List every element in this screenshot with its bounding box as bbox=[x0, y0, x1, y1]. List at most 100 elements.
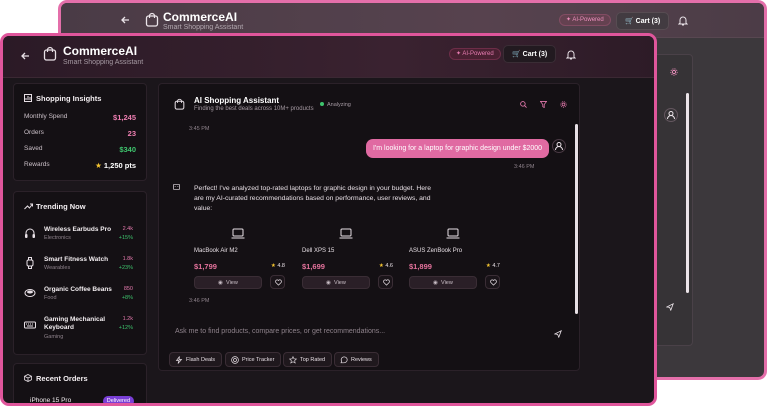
star-icon: ★ bbox=[95, 161, 102, 170]
quick-action-reviews[interactable]: Reviews bbox=[334, 352, 379, 367]
trending-now-card: Trending Now Wireless Earbuds Pro Electr… bbox=[13, 191, 147, 355]
scrollbar[interactable] bbox=[575, 124, 578, 314]
laptop-icon bbox=[339, 228, 353, 239]
brand-tagline: Smart Shopping Assistant bbox=[63, 59, 144, 66]
view-product-button[interactable]: ◉ View bbox=[194, 276, 262, 289]
bell-icon[interactable] bbox=[566, 49, 576, 60]
trending-item-count: 850 bbox=[123, 286, 133, 292]
quick-action-flash-deals[interactable]: Flash Deals bbox=[169, 352, 223, 367]
trending-item-category: Food bbox=[44, 295, 57, 301]
search-icon[interactable] bbox=[520, 101, 527, 108]
status-badge: Delivered bbox=[102, 396, 134, 403]
order-item-name: iPhone 15 Pro bbox=[30, 397, 72, 404]
chat-panel: AI Shopping Assistant Finding the best d… bbox=[158, 83, 580, 371]
product-price: $1,899 bbox=[409, 262, 432, 271]
timestamp: 3:45 PM bbox=[189, 126, 210, 132]
insight-value: 1,250 pts bbox=[103, 161, 136, 170]
scrollbar[interactable] bbox=[686, 93, 689, 293]
product-card[interactable]: ASUS ZenBook Pro $1,899 ★ 4.7 ◉ View bbox=[409, 220, 500, 290]
star-icon bbox=[289, 356, 297, 364]
wishlist-button[interactable] bbox=[485, 275, 500, 289]
trending-item-name: Organic Coffee Beans bbox=[44, 286, 112, 293]
product-price: $1,699 bbox=[302, 262, 325, 271]
trending-item[interactable]: Organic Coffee Beans Food 850 +8% bbox=[24, 284, 136, 304]
shopping-bag-icon bbox=[43, 46, 57, 61]
recent-orders-card: Recent Orders iPhone 15 Pro Delivered bbox=[13, 363, 147, 404]
product-price: $1,799 bbox=[194, 262, 217, 271]
insight-label: Orders bbox=[24, 129, 44, 136]
shopping-bag-icon bbox=[145, 12, 159, 27]
star-icon: ★ bbox=[485, 263, 491, 269]
trending-item-change: +15% bbox=[118, 235, 133, 241]
card-title: Shopping Insights bbox=[36, 94, 102, 103]
insight-value: $340 bbox=[119, 145, 136, 154]
trending-item-name: Gaming Mechanical Keyboard bbox=[44, 316, 106, 331]
status-indicator: Analyzing bbox=[320, 102, 351, 108]
view-product-button[interactable]: ◉ View bbox=[302, 276, 370, 289]
product-card[interactable]: MacBook Air M2 $1,799 ★ 4.8 ◉ View bbox=[194, 220, 285, 290]
heart-icon bbox=[490, 279, 497, 286]
star-icon: ★ bbox=[378, 263, 384, 269]
quick-action-price-tracker[interactable]: Price Tracker bbox=[225, 352, 282, 367]
quick-action-top-rated[interactable]: Top Rated bbox=[283, 352, 333, 367]
product-rating: ★ 4.6 bbox=[378, 263, 393, 269]
user-avatar-icon bbox=[664, 108, 678, 122]
back-arrow-icon[interactable] bbox=[19, 49, 33, 63]
product-rating: ★ 4.8 bbox=[270, 263, 285, 269]
laptop-icon bbox=[446, 228, 460, 239]
timestamp: 3:46 PM bbox=[514, 164, 535, 170]
insight-row-monthly-spend: Monthly Spend $1,245 bbox=[24, 113, 136, 125]
product-card[interactable]: Dell XPS 15 $1,699 ★ 4.6 ◉ View bbox=[302, 220, 393, 290]
product-name: MacBook Air M2 bbox=[194, 248, 238, 254]
ai-bot-icon bbox=[173, 183, 180, 190]
brand-tagline: Smart Shopping Assistant bbox=[163, 24, 244, 31]
chat-input[interactable]: Ask me to find products, compare prices,… bbox=[169, 320, 554, 344]
background-side-panel bbox=[653, 54, 693, 346]
view-product-button[interactable]: ◉ View bbox=[409, 276, 477, 289]
shopping-bag-icon bbox=[174, 98, 185, 110]
keyboard-icon bbox=[24, 321, 36, 329]
product-name: Dell XPS 15 bbox=[302, 248, 335, 254]
heart-icon bbox=[275, 279, 282, 286]
lightning-icon bbox=[175, 356, 183, 364]
card-title: Recent Orders bbox=[36, 374, 88, 383]
filter-icon[interactable] bbox=[540, 101, 547, 108]
trending-up-icon bbox=[24, 203, 33, 210]
back-arrow-icon[interactable] bbox=[119, 13, 133, 27]
user-message: I'm looking for a laptop for graphic des… bbox=[366, 139, 550, 158]
card-title: Trending Now bbox=[36, 202, 86, 211]
shopping-insights-card: Shopping Insights Monthly Spend $1,245 O… bbox=[13, 83, 147, 181]
order-item[interactable]: iPhone 15 Pro Delivered bbox=[24, 396, 138, 404]
insight-label: Saved bbox=[24, 145, 43, 152]
target-icon bbox=[231, 356, 239, 364]
send-icon[interactable] bbox=[554, 330, 562, 338]
insight-row-rewards: Rewards ★ 1,250 pts bbox=[24, 161, 136, 173]
settings-icon[interactable] bbox=[560, 101, 567, 108]
trending-item[interactable]: Gaming Mechanical Keyboard Gaming 1.2k +… bbox=[24, 314, 136, 342]
send-icon[interactable] bbox=[666, 303, 674, 311]
timestamp: 3:46 PM bbox=[189, 298, 210, 304]
trending-item-change: +8% bbox=[121, 295, 133, 301]
settings-icon[interactable] bbox=[670, 68, 678, 76]
cart-button[interactable]: 🛒 Cart (3) bbox=[503, 45, 557, 63]
wishlist-button[interactable] bbox=[378, 275, 393, 289]
insight-row-orders: Orders 23 bbox=[24, 129, 136, 141]
trending-item[interactable]: Smart Fitness Watch Wearables 1.8k +23% bbox=[24, 254, 136, 274]
wishlist-button[interactable] bbox=[270, 275, 285, 289]
trending-item-category: Electronics bbox=[44, 235, 71, 241]
eye-icon: ◉ bbox=[433, 280, 438, 286]
header: CommerceAI Smart Shopping Assistant ✦ AI… bbox=[3, 36, 654, 78]
insight-value: $1,245 bbox=[113, 113, 136, 122]
cart-button[interactable]: 🛒 Cart (3) bbox=[616, 12, 670, 30]
trending-item-change: +23% bbox=[118, 265, 133, 271]
ai-message: Perfect! I've analyzed top-rated laptops… bbox=[194, 185, 432, 212]
trending-item[interactable]: Wireless Earbuds Pro Electronics 2.4k +1… bbox=[24, 224, 136, 244]
watch-icon bbox=[26, 257, 34, 269]
star-icon: ★ bbox=[270, 263, 276, 269]
bell-icon[interactable] bbox=[678, 15, 688, 26]
brand-name: CommerceAI bbox=[63, 44, 138, 58]
trending-item-category: Wearables bbox=[44, 265, 71, 271]
headphones-icon bbox=[25, 228, 35, 238]
eye-icon: ◉ bbox=[326, 280, 331, 286]
chat-subtitle: Finding the best deals across 10M+ produ… bbox=[194, 106, 314, 112]
